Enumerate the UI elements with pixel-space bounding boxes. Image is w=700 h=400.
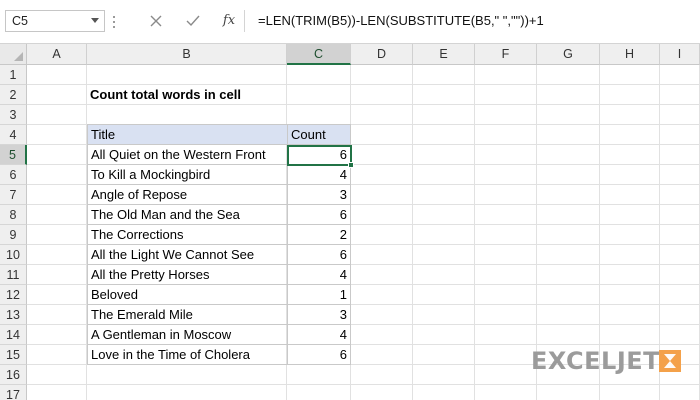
title-cell[interactable]: The Corrections bbox=[87, 225, 288, 245]
select-all-button[interactable] bbox=[0, 44, 27, 65]
chevron-down-icon[interactable] bbox=[91, 18, 99, 23]
title-cell[interactable]: Beloved bbox=[87, 285, 288, 305]
count-cell[interactable]: 4 bbox=[288, 165, 351, 185]
table-row: A Gentleman in Moscow 4 bbox=[87, 325, 351, 345]
count-cell[interactable]: 4 bbox=[288, 325, 351, 345]
column-header-i[interactable]: I bbox=[660, 44, 700, 65]
logo-mark-icon bbox=[659, 350, 681, 372]
table-row: Beloved 1 bbox=[87, 285, 351, 305]
drag-handle-icon[interactable] bbox=[113, 16, 116, 28]
row-header-16[interactable]: 16 bbox=[0, 365, 27, 385]
row-header-5[interactable]: 5 bbox=[0, 145, 27, 165]
count-cell[interactable]: 4 bbox=[288, 265, 351, 285]
count-cell[interactable]: 6 bbox=[288, 345, 351, 365]
row-header-17[interactable]: 17 bbox=[0, 385, 27, 400]
row-header-6[interactable]: 6 bbox=[0, 165, 27, 185]
count-cell[interactable]: 2 bbox=[288, 225, 351, 245]
title-cell[interactable]: All Quiet on the Western Front bbox=[87, 145, 288, 165]
title-cell[interactable]: The Emerald Mile bbox=[87, 305, 288, 325]
row-header-4[interactable]: 4 bbox=[0, 125, 27, 145]
title-cell[interactable]: The Old Man and the Sea bbox=[87, 205, 288, 225]
table-row: All the Light We Cannot See 6 bbox=[87, 245, 351, 265]
row-header-12[interactable]: 12 bbox=[0, 285, 27, 305]
fill-handle[interactable] bbox=[348, 162, 354, 168]
column-header-b[interactable]: B bbox=[87, 44, 287, 65]
logo-text: EXCELJET bbox=[531, 347, 661, 375]
table-header-row: Title Count bbox=[87, 125, 351, 145]
table-row: The Emerald Mile 3 bbox=[87, 305, 351, 325]
count-cell[interactable]: 6 bbox=[288, 205, 351, 225]
column-header-e[interactable]: E bbox=[413, 44, 475, 65]
row-header-10[interactable]: 10 bbox=[0, 245, 27, 265]
sheet-heading: Count total words in cell bbox=[90, 87, 241, 102]
table-row: To Kill a Mockingbird 4 bbox=[87, 165, 351, 185]
gridline bbox=[474, 65, 475, 400]
title-cell[interactable]: All the Pretty Horses bbox=[87, 265, 288, 285]
active-cell-border bbox=[287, 145, 354, 168]
column-header-c[interactable]: C bbox=[287, 44, 351, 65]
row-header-1[interactable]: 1 bbox=[0, 65, 27, 85]
formula-text: =LEN(TRIM(B5))-LEN(SUBSTITUTE(B5," ","")… bbox=[258, 13, 544, 28]
count-cell[interactable]: 6 bbox=[288, 245, 351, 265]
header-title[interactable]: Title bbox=[87, 125, 288, 145]
table-row: The Old Man and the Sea 6 bbox=[87, 205, 351, 225]
column-header-f[interactable]: F bbox=[475, 44, 537, 65]
check-icon[interactable] bbox=[182, 11, 204, 31]
table-row: The Corrections 2 bbox=[87, 225, 351, 245]
row-header-11[interactable]: 11 bbox=[0, 265, 27, 285]
count-cell[interactable]: 1 bbox=[288, 285, 351, 305]
gridline bbox=[412, 65, 413, 400]
title-cell[interactable]: A Gentleman in Moscow bbox=[87, 325, 288, 345]
table-row: All the Pretty Horses 4 bbox=[87, 265, 351, 285]
row-header-14[interactable]: 14 bbox=[0, 325, 27, 345]
row-header-3[interactable]: 3 bbox=[0, 105, 27, 125]
insert-function-button[interactable]: fx bbox=[218, 11, 240, 31]
row-header-7[interactable]: 7 bbox=[0, 185, 27, 205]
count-cell[interactable]: 3 bbox=[288, 305, 351, 325]
name-box[interactable]: C5 bbox=[5, 10, 105, 32]
title-cell[interactable]: Angle of Repose bbox=[87, 185, 288, 205]
header-count[interactable]: Count bbox=[288, 125, 351, 145]
column-header-h[interactable]: H bbox=[600, 44, 660, 65]
row-header-8[interactable]: 8 bbox=[0, 205, 27, 225]
table-row: Angle of Repose 3 bbox=[87, 185, 351, 205]
formula-bar: C5 fx =LEN(TRIM(B5))-LEN(SUBSTITUTE(B5,"… bbox=[0, 0, 700, 44]
column-header-a[interactable]: A bbox=[27, 44, 87, 65]
row-header-9[interactable]: 9 bbox=[0, 225, 27, 245]
row-header-15[interactable]: 15 bbox=[0, 345, 27, 365]
table-row: Love in the Time of Cholera 6 bbox=[87, 345, 351, 365]
title-cell[interactable]: To Kill a Mockingbird bbox=[87, 165, 288, 185]
formula-input[interactable]: =LEN(TRIM(B5))-LEN(SUBSTITUTE(B5," ","")… bbox=[244, 10, 700, 32]
row-header-2[interactable]: 2 bbox=[0, 85, 27, 105]
row-header-13[interactable]: 13 bbox=[0, 305, 27, 325]
title-cell[interactable]: All the Light We Cannot See bbox=[87, 245, 288, 265]
count-cell[interactable]: 3 bbox=[288, 185, 351, 205]
title-cell[interactable]: Love in the Time of Cholera bbox=[87, 345, 288, 365]
column-header-g[interactable]: G bbox=[537, 44, 600, 65]
name-box-value: C5 bbox=[12, 14, 28, 28]
close-icon[interactable] bbox=[145, 11, 167, 31]
column-header-d[interactable]: D bbox=[351, 44, 413, 65]
